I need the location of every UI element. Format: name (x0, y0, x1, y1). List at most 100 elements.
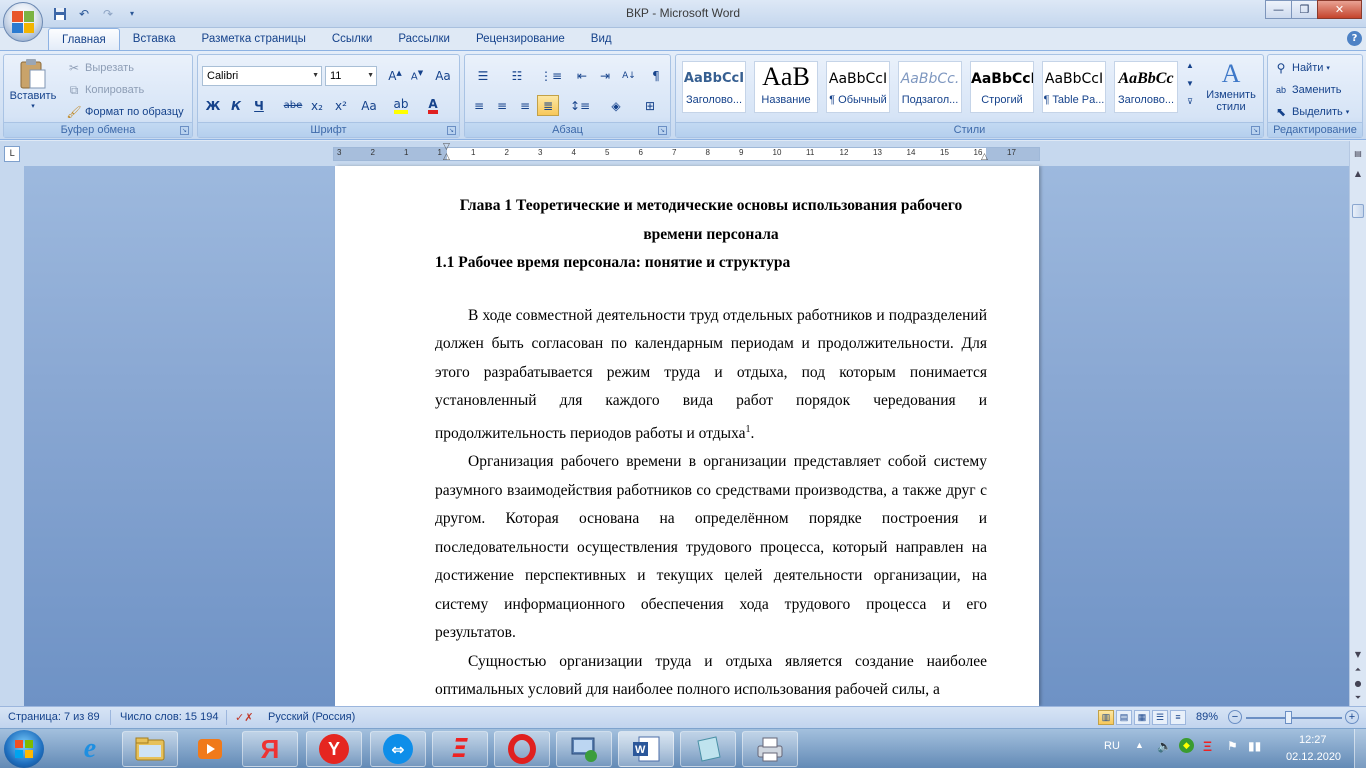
style-table-paragraph[interactable]: AaBbCcI ¶ Table Pa... (1042, 61, 1106, 113)
volume-icon[interactable]: 🔈 (1157, 739, 1172, 753)
scroll-thumb[interactable] (1352, 204, 1364, 218)
clipboard-launcher[interactable]: ↘ (180, 126, 189, 135)
notes-icon[interactable] (680, 731, 736, 767)
tab-home[interactable]: Главная (48, 28, 120, 50)
styles-scroll-up[interactable]: ▲ (1184, 61, 1196, 70)
align-center-button[interactable]: ≡ (491, 95, 513, 116)
justify-button[interactable]: ≣ (537, 95, 559, 116)
input-language[interactable]: RU (1104, 740, 1120, 752)
maximize-button[interactable]: ❐ (1291, 0, 1318, 19)
office-button[interactable] (3, 2, 43, 42)
cut-button[interactable]: ✂ Вырезать (66, 60, 134, 76)
document-body[interactable]: Глава 1 Теоретические и методические осн… (435, 192, 987, 705)
tab-mailings[interactable]: Рассылки (385, 28, 463, 50)
spellcheck-icon[interactable]: ✓✗ (235, 711, 253, 724)
draft-view-button[interactable]: ≡ (1170, 710, 1186, 725)
align-right-button[interactable]: ≡ (514, 95, 536, 116)
antivirus-icon[interactable]: Ξ (432, 731, 488, 767)
superscript-button[interactable]: x² (330, 95, 352, 116)
change-styles-button[interactable]: A Изменить стили (1200, 59, 1262, 113)
align-left-button[interactable]: ≡ (468, 95, 490, 116)
underline-button[interactable]: Ч (248, 95, 270, 116)
style-subtitle[interactable]: AaBbCc. Подзагол... (898, 61, 962, 113)
zoom-level[interactable]: 89% (1196, 711, 1218, 723)
tab-review[interactable]: Рецензирование (463, 28, 578, 50)
opera-icon[interactable] (494, 731, 550, 767)
select-button[interactable]: ⬉ Выделить ▾ (1273, 104, 1349, 120)
paste-button[interactable]: Вставить ▾ (8, 58, 58, 110)
teamviewer-icon[interactable]: ⇔ (370, 731, 426, 767)
font-launcher[interactable]: ↘ (447, 126, 456, 135)
style-heading2[interactable]: AaBbCc Заголово... (1114, 61, 1178, 113)
zoom-in-icon[interactable]: + (1345, 710, 1359, 724)
close-button[interactable]: ✕ (1317, 0, 1362, 19)
clock-date[interactable]: 02.12.2020 (1286, 751, 1341, 763)
clear-format-button[interactable]: Aa (432, 65, 454, 86)
grow-font-button[interactable]: A▲ (384, 65, 406, 86)
copy-button[interactable]: ⧉ Копировать (66, 82, 145, 98)
web-layout-button[interactable]: ▦ (1134, 710, 1150, 725)
change-case-button[interactable]: Aa (356, 95, 382, 116)
zoom-slider[interactable] (1246, 717, 1342, 719)
font-family-select[interactable]: Calibri ▼ (202, 66, 322, 86)
tab-selector[interactable]: L (4, 146, 20, 162)
print-layout-view-button[interactable]: ▥ (1098, 710, 1114, 725)
sort-button[interactable]: A↓ (618, 65, 640, 86)
outline-view-button[interactable]: ☰ (1152, 710, 1168, 725)
clock-time[interactable]: 12:27 (1299, 734, 1327, 746)
style-title[interactable]: AaB Название (754, 61, 818, 113)
browse-object-icon[interactable]: ● (1351, 677, 1365, 691)
prev-page-icon[interactable]: ⏶ (1351, 663, 1365, 677)
horizontal-ruler[interactable]: 3 2 1 1 1 2 3 4 5 6 7 8 9 10 11 12 13 14 15 16 17 ▽ △ △ (333, 142, 1040, 162)
explorer-icon[interactable] (122, 731, 178, 767)
right-indent-marker[interactable]: △ (981, 152, 988, 162)
start-button[interactable] (4, 730, 44, 768)
style-heading1[interactable]: AaBbCcI Заголово... (682, 61, 746, 113)
replace-button[interactable]: ab Заменить (1273, 82, 1341, 98)
show-hidden-icons-icon[interactable]: ▲ (1135, 740, 1144, 750)
first-line-indent-marker[interactable]: ▽ (443, 142, 450, 152)
minimize-button[interactable]: — (1265, 0, 1292, 19)
antivirus-tray-icon[interactable]: Ξ (1203, 738, 1212, 754)
paragraph-launcher[interactable]: ↘ (658, 126, 667, 135)
show-marks-button[interactable]: ¶ (645, 65, 667, 86)
left-indent-marker[interactable]: △ (443, 152, 450, 162)
shrink-font-button[interactable]: A▼ (406, 65, 428, 86)
yandex-browser-icon[interactable]: Y (306, 731, 362, 767)
subscript-button[interactable]: x₂ (306, 95, 328, 116)
font-color-button[interactable]: A (422, 95, 444, 116)
tab-page-layout[interactable]: Разметка страницы (189, 28, 319, 50)
italic-button[interactable]: К (225, 95, 247, 116)
yandex-icon[interactable]: Я (242, 731, 298, 767)
language-indicator[interactable]: Русский (Россия) (268, 711, 355, 723)
zoom-out-icon[interactable]: − (1228, 710, 1242, 724)
full-screen-reading-button[interactable]: ▤ (1116, 710, 1132, 725)
scroll-down-arrow[interactable]: ▼ (1351, 648, 1365, 662)
line-spacing-button[interactable]: ↕≡ (565, 95, 595, 116)
word-count[interactable]: Число слов: 15 194 (120, 711, 218, 723)
next-page-icon[interactable]: ⏷ (1351, 691, 1365, 705)
format-painter-button[interactable]: 🖌 Формат по образцу (66, 104, 183, 120)
style-strong[interactable]: AaBbCcD Строгий (970, 61, 1034, 113)
ruler-toggle-icon[interactable]: ▤ (1351, 147, 1365, 161)
highlight-button[interactable]: ab (390, 95, 412, 116)
styles-scroll-down[interactable]: ▼ (1184, 79, 1196, 88)
decrease-indent-button[interactable]: ⇤ (571, 65, 593, 86)
tab-view[interactable]: Вид (578, 28, 625, 50)
numbering-button[interactable]: ☷ (502, 65, 532, 86)
styles-more[interactable]: ⊽ (1184, 97, 1196, 106)
multilevel-list-button[interactable]: ⋮≡ (536, 65, 566, 86)
vertical-scrollbar[interactable]: ▤ ▲ ▼ ⏶ ● ⏷ (1349, 141, 1366, 706)
tab-insert[interactable]: Вставка (120, 28, 189, 50)
tab-references[interactable]: Ссылки (319, 28, 386, 50)
find-button[interactable]: ⚲ Найти ▾ (1273, 60, 1330, 76)
borders-button[interactable]: ⊞ (635, 95, 665, 116)
network-tray-icon[interactable]: ▮▮ (1248, 739, 1261, 753)
style-normal[interactable]: AaBbCcI ¶ Обычный (826, 61, 890, 113)
bold-button[interactable]: Ж (202, 95, 224, 116)
styles-launcher[interactable]: ↘ (1251, 126, 1260, 135)
flag-icon[interactable]: ⚑ (1227, 739, 1238, 753)
document-page[interactable]: Глава 1 Теоретические и методические осн… (335, 166, 1039, 706)
page-indicator[interactable]: Страница: 7 из 89 (8, 711, 100, 723)
shading-button[interactable]: ◈ (601, 95, 631, 116)
